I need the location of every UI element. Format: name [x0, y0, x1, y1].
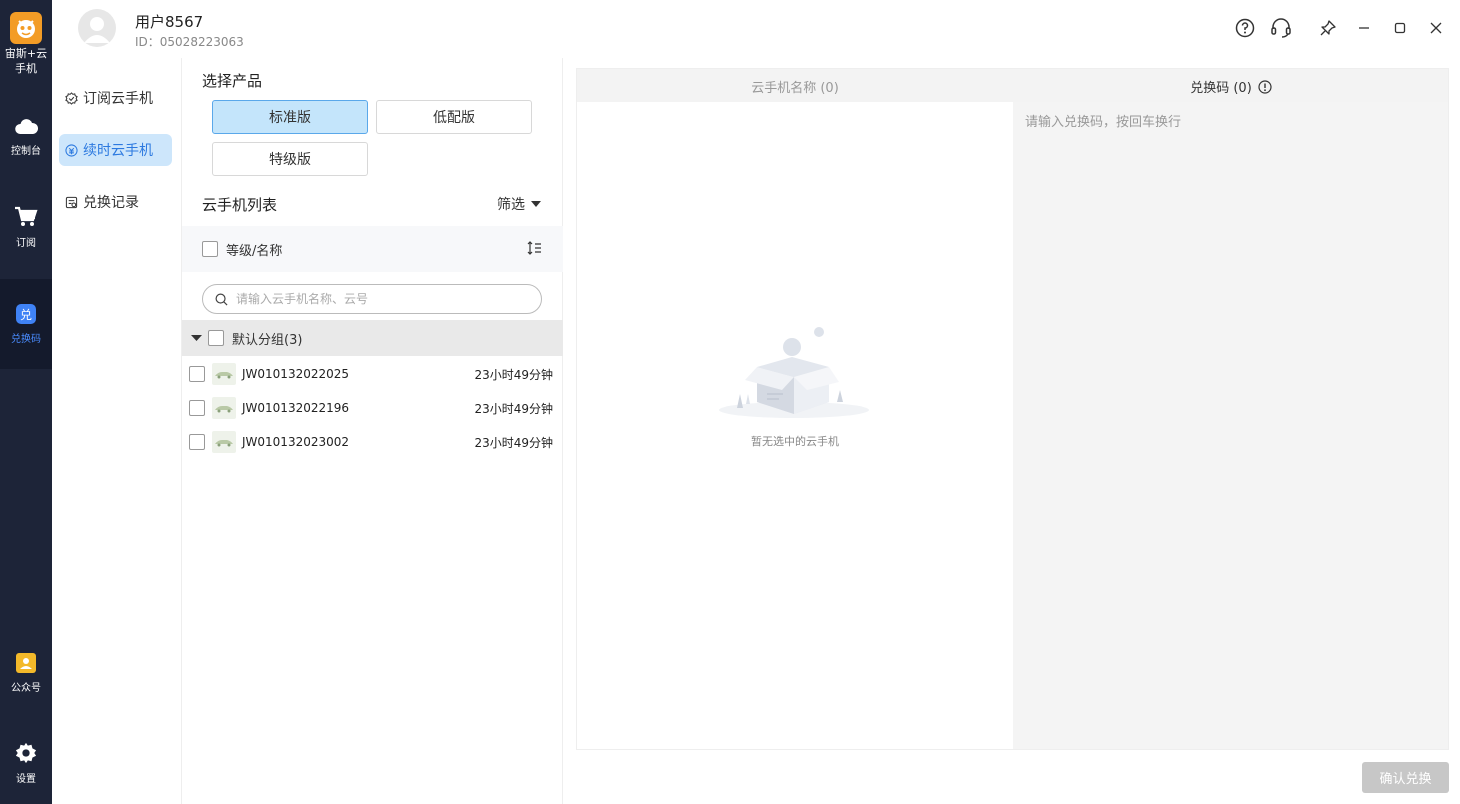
codes-header: 兑换码 (0): [1013, 77, 1449, 96]
subscribe-icon: [65, 91, 78, 105]
product-panel: 选择产品 标准版 低配版 特级版 云手机列表 筛选 等级/名称 默认分组(3) …: [182, 58, 563, 804]
redeem-code-input[interactable]: [1013, 102, 1448, 749]
phone-search-input[interactable]: [236, 292, 516, 306]
redeem-panel: 云手机名称 (0) 兑换码 (0) 暂无选中的云手机: [576, 68, 1449, 750]
nav-item-label: 续时云手机: [83, 143, 153, 159]
rail-item-label: 控制台: [11, 145, 41, 157]
cloud-icon: [15, 118, 38, 134]
codes-pane: [1013, 102, 1448, 749]
phone-name: JW010132022196: [242, 401, 350, 415]
caret-down-icon: [531, 201, 541, 207]
app-sidebar: 宙斯+云手机 控制台 订阅 兑 兑换码 公众号 设置: [0, 0, 52, 804]
select-product-title: 选择产品: [202, 72, 263, 90]
close-button[interactable]: [1424, 16, 1448, 40]
filter-label: 筛选: [497, 197, 525, 213]
rail-item-settings[interactable]: 设置: [0, 718, 52, 804]
record-icon: [65, 196, 78, 208]
nav-item-label: 订阅云手机: [83, 91, 153, 107]
phone-name: JW010132023002: [242, 435, 350, 449]
customer-service-button[interactable]: [1269, 16, 1293, 40]
app-logo-icon[interactable]: [10, 12, 42, 44]
list-column-header: 等级/名称: [182, 226, 563, 272]
info-icon[interactable]: [1258, 79, 1272, 94]
nav-item-redeem-record[interactable]: 兑换记录: [59, 186, 172, 218]
rail-item-label: 兑换码: [11, 333, 41, 345]
selected-phones-pane: 暂无选中的云手机: [577, 102, 1013, 749]
minimize-button[interactable]: [1352, 16, 1376, 40]
select-all-checkbox[interactable]: [202, 241, 218, 257]
phone-thumbnail: [212, 397, 236, 419]
rail-item-redeem[interactable]: 兑 兑换码: [0, 279, 52, 369]
empty-state-text: 暂无选中的云手机: [751, 435, 839, 448]
product-premium-button[interactable]: 特级版: [212, 142, 368, 176]
redeem-icon: 兑: [16, 303, 36, 324]
sub-nav: 订阅云手机 续时云手机 兑换记录: [52, 58, 182, 804]
username: 用户8567: [135, 13, 204, 31]
group-checkbox[interactable]: [208, 330, 224, 346]
nav-item-renew-phone[interactable]: 续时云手机: [59, 134, 172, 166]
avatar[interactable]: [78, 9, 116, 47]
phone-time: 23小时49分钟: [474, 367, 553, 382]
rail-item-console[interactable]: 控制台: [0, 92, 52, 182]
rail-item-official-account[interactable]: 公众号: [0, 628, 52, 718]
row-checkbox[interactable]: [189, 366, 205, 382]
phone-name: JW010132022025: [242, 367, 350, 381]
table-row[interactable]: JW010132023002 23小时49分钟: [182, 425, 563, 459]
nav-item-subscribe-phone[interactable]: 订阅云手机: [59, 82, 172, 114]
gear-icon: [15, 742, 37, 763]
maximize-icon: [1394, 22, 1406, 34]
filter-dropdown[interactable]: 筛选: [497, 194, 541, 214]
rail-item-label: 公众号: [11, 682, 41, 694]
product-low-button[interactable]: 低配版: [376, 100, 532, 134]
nav-item-label: 兑换记录: [83, 195, 139, 211]
pin-icon: [1320, 20, 1336, 36]
app-name: 宙斯+云手机: [4, 47, 48, 75]
user-id: ID：05028223063: [135, 35, 244, 49]
help-button[interactable]: [1233, 16, 1257, 40]
caret-down-icon[interactable]: [191, 334, 202, 342]
phone-list-title: 云手机列表: [202, 196, 278, 214]
close-icon: [1430, 22, 1442, 34]
pin-button[interactable]: [1316, 16, 1340, 40]
phone-thumbnail: [212, 363, 236, 385]
group-label: 默认分组(3): [232, 332, 303, 348]
window-header: 用户8567 ID：05028223063: [52, 0, 1460, 58]
search-icon: [215, 293, 228, 305]
phone-time: 23小时49分钟: [474, 401, 553, 416]
svg-text:兑: 兑: [20, 308, 32, 322]
minimize-icon: [1359, 27, 1369, 29]
table-row[interactable]: JW010132022196 23小时49分钟: [182, 391, 563, 425]
rail-item-subscribe[interactable]: 订阅: [0, 182, 52, 272]
phone-search-box[interactable]: [202, 284, 542, 314]
product-standard-button[interactable]: 标准版: [212, 100, 368, 134]
phone-thumbnail: [212, 431, 236, 453]
codes-header-label: 兑换码 (0): [1190, 81, 1252, 96]
help-icon: [1235, 18, 1255, 38]
cart-icon: [15, 206, 38, 226]
confirm-redeem-button[interactable]: 确认兑换: [1362, 762, 1449, 793]
phone-time: 23小时49分钟: [474, 435, 553, 450]
row-checkbox[interactable]: [189, 400, 205, 416]
empty-box-illustration: [719, 327, 869, 418]
headset-icon: [1271, 18, 1291, 38]
rail-item-label: 订阅: [16, 237, 36, 249]
group-header[interactable]: 默认分组(3): [182, 320, 563, 356]
official-account-icon: [16, 652, 36, 673]
table-row[interactable]: JW010132022025 23小时49分钟: [182, 357, 563, 391]
maximize-button[interactable]: [1388, 16, 1412, 40]
selected-phones-header: 云手机名称 (0): [751, 81, 839, 96]
row-checkbox[interactable]: [189, 434, 205, 450]
redeem-panel-header: 云手机名称 (0) 兑换码 (0): [577, 69, 1448, 102]
sort-icon[interactable]: [527, 241, 542, 256]
rail-item-label: 设置: [16, 773, 36, 785]
column-label: 等级/名称: [226, 244, 283, 259]
renew-icon: [65, 143, 78, 157]
